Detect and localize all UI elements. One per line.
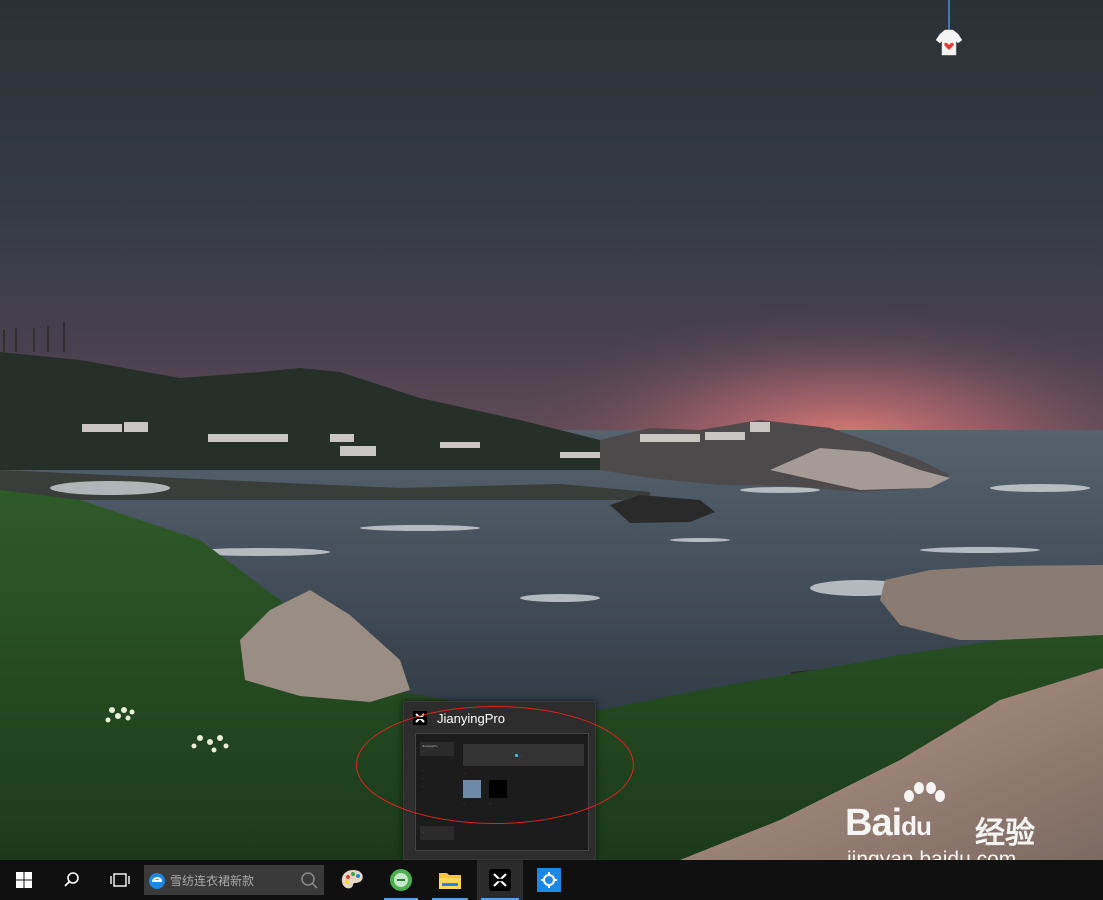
baidu-paw-icon [904, 782, 946, 802]
taskbar: 雪纺连衣裙新款 [0, 860, 1103, 900]
start-button[interactable] [0, 860, 48, 900]
preview-promo-text: ... [422, 830, 425, 834]
search-button[interactable] [48, 860, 96, 900]
taskbar-app-file-explorer[interactable] [428, 860, 472, 900]
taskbar-search-box[interactable]: 雪纺连衣裙新款 [144, 865, 324, 895]
edge-icon [148, 872, 166, 895]
paint-palette-icon [341, 870, 363, 889]
settings-gear-icon [537, 868, 561, 892]
annotation-ellipse-thumbnail [356, 706, 634, 824]
shirt-widget-icon[interactable] [932, 0, 966, 60]
taskbar-app-paint[interactable] [330, 860, 376, 900]
jianying-capcut-icon [489, 869, 511, 891]
search-magnifier-icon[interactable] [300, 871, 318, 894]
watermark-jingyan: 经验 [975, 816, 1035, 851]
watermark-brand: Bai du [845, 782, 946, 845]
taskbar-app-jianying[interactable] [477, 860, 523, 900]
search-input[interactable]: 雪纺连衣裙新款 [170, 872, 254, 889]
taskbar-app-settings[interactable] [527, 860, 571, 900]
baidu-jingyan-watermark: Bai du 经验 jingyan.baidu.com [843, 780, 1053, 871]
folder-icon [439, 873, 461, 889]
task-view-button[interactable] [96, 860, 144, 900]
task-view-icon [110, 873, 130, 887]
green-circle-app-icon [390, 869, 412, 891]
taskbar-app-green[interactable] [380, 860, 422, 900]
windows-icon [16, 872, 32, 888]
paw-icon: du [901, 782, 946, 845]
search-icon [64, 872, 79, 887]
preview-promo [420, 826, 454, 840]
